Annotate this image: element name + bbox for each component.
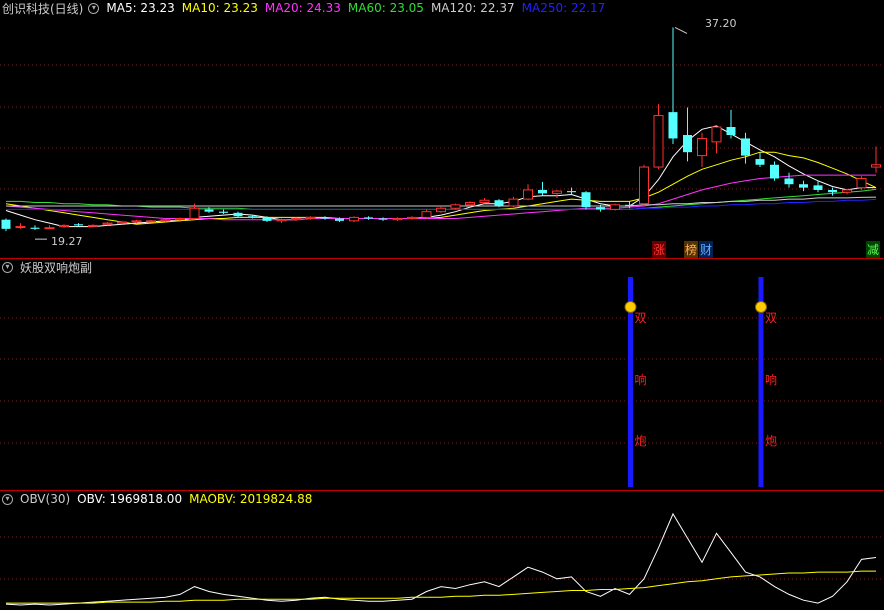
candle-body-down	[596, 207, 605, 210]
candle-body-down	[567, 191, 576, 193]
candle-body-down	[581, 192, 591, 208]
candle-body-up	[871, 164, 881, 168]
candle-body-up	[15, 226, 26, 229]
price-chart[interactable]	[0, 0, 884, 258]
high-price-label: 37.20	[705, 17, 737, 30]
candle-body-up	[697, 137, 707, 157]
candle-body-up	[552, 190, 562, 194]
event-tag[interactable]: 涨	[652, 241, 667, 258]
candle-body-up	[131, 220, 142, 223]
low-price-label: 19.27	[51, 235, 83, 248]
candle-body-up	[842, 189, 852, 193]
obv-line-obv	[5, 512, 877, 606]
signal-char: 炮	[765, 434, 777, 448]
event-tag[interactable]: 榜	[684, 241, 699, 258]
candle-body-down	[1, 219, 11, 229]
candle-body-down	[755, 159, 765, 165]
candle-body-down	[30, 227, 40, 229]
candle-body-down	[668, 112, 678, 139]
signal-char: 炮	[635, 434, 647, 448]
signal-char: 双	[765, 311, 777, 325]
candle-body-down	[538, 189, 547, 194]
candle-body-down	[219, 211, 228, 213]
candle-body-down	[364, 217, 373, 219]
candle-body-down	[204, 209, 214, 212]
candle-body-down	[799, 184, 808, 188]
candle-body-up	[392, 218, 403, 221]
signal-chart[interactable]: 双响炮 双响炮	[0, 259, 884, 490]
candle-body-up	[276, 219, 287, 222]
candle-body-up	[856, 177, 867, 189]
high-marker	[674, 26, 688, 34]
main-price-panel: 创识科技(日线) ▾ MA5: 23.23 MA10: 23.23 MA20: 24…	[0, 0, 884, 258]
event-tag[interactable]: 财	[699, 241, 714, 258]
candle-body-up	[291, 218, 301, 221]
candle-body-up	[436, 207, 446, 213]
candle-body-up	[305, 216, 316, 220]
candle-body-up	[421, 211, 432, 218]
signal-char: 响	[635, 372, 647, 387]
candle-body-up	[175, 218, 185, 221]
candle-body-down	[828, 189, 837, 193]
candle-body-up	[465, 202, 475, 206]
candle-body-down	[784, 178, 794, 185]
candle-body-down	[378, 218, 388, 220]
candle-body-up	[639, 166, 649, 205]
candle-body-up	[450, 204, 461, 209]
candle-body-up	[479, 199, 490, 204]
candle-body-up	[407, 216, 417, 220]
candle-body-up	[146, 220, 156, 223]
signal-char: 双	[635, 311, 647, 325]
candle-body-down	[335, 218, 344, 221]
obv-panel: ▾ OBV(30) OBV: 1969818.00 MAOBV: 2019824…	[0, 491, 884, 610]
candle-body-up	[523, 189, 533, 200]
obv-chart[interactable]	[0, 491, 884, 610]
candle-body-down	[625, 204, 634, 206]
candle-body-down	[233, 212, 243, 217]
indicator-panel: ▾ 妖股双响炮副 双响炮双响炮	[0, 259, 884, 490]
event-tag[interactable]: 减	[866, 241, 881, 258]
candle-body-up	[653, 115, 664, 168]
candle-body-down	[320, 217, 330, 219]
candle-body-down	[74, 224, 83, 226]
candle-body-up	[160, 219, 171, 222]
candle-body-down	[741, 138, 750, 156]
candle-body-down	[726, 127, 736, 136]
candle-body-up	[59, 224, 69, 228]
candle-body-down	[683, 135, 692, 153]
signal-char: 响	[765, 372, 777, 387]
candle-body-down	[248, 216, 257, 218]
candle-body-up	[189, 207, 200, 220]
candle-body-up	[349, 216, 359, 222]
candle-body-down	[262, 217, 272, 221]
candle-body-down	[770, 164, 779, 179]
candle-body-up	[610, 204, 620, 210]
candle-body-up	[44, 227, 55, 230]
candle-body-down	[813, 185, 823, 190]
candle-body-up	[117, 221, 127, 224]
candle-body-up	[102, 222, 113, 225]
ma-line-ma20	[5, 174, 876, 221]
candle-body-up	[711, 126, 722, 143]
candle-body-down	[494, 200, 504, 206]
candle-body-up	[88, 224, 98, 227]
candle-body-up	[508, 198, 519, 207]
